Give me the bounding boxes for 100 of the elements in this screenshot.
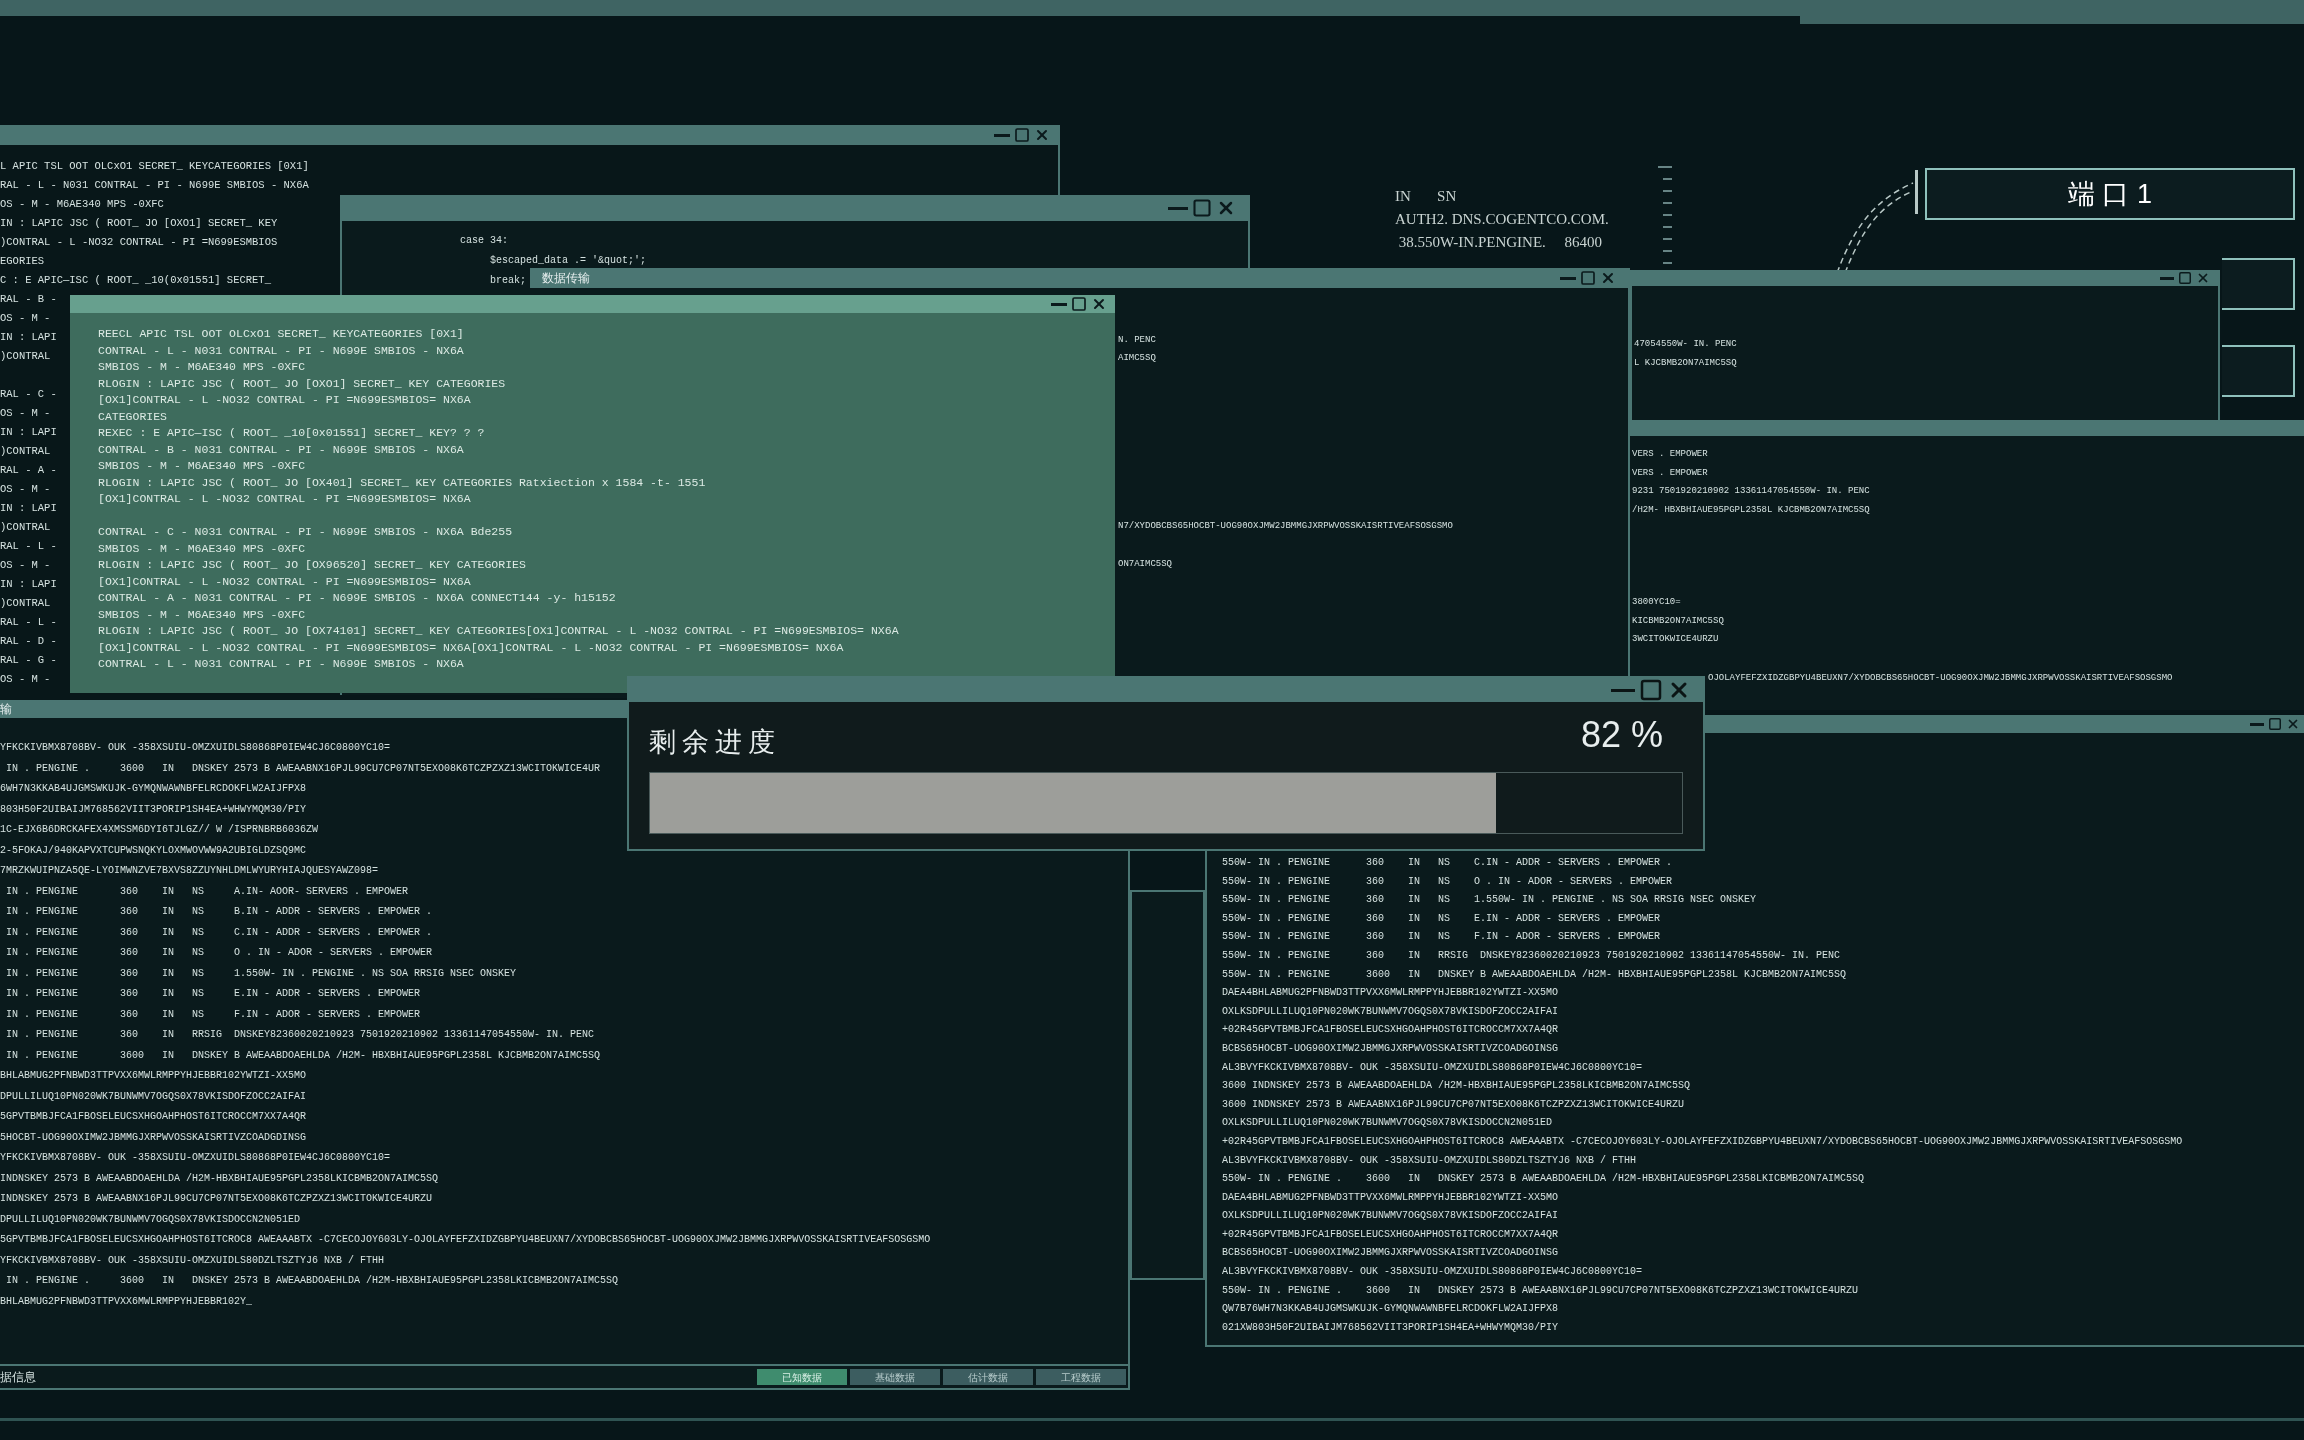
console-line: BHLABMUG2PFNBWD3TTPVXX6MWLRMPPYHJEBBR102YWTZI-XX5MO — [0, 1070, 307, 1081]
console-line: IN : LAPI — [0, 331, 57, 343]
data-tab[interactable]: 估计数据 — [943, 1369, 1033, 1385]
console-line: IN . PENGINE 360 IN NS C.IN - ADDR - SERVERS . EMPOWER . — [5, 926, 433, 938]
console-line: INDNSKEY 2573 B AWEAABDOAEHLDA /H2M-HBXBHIAUE95PGPL2358LKICBMB2ON7AIMC5SQ — [0, 1172, 439, 1184]
window-title: 数据传输 — [542, 270, 590, 287]
console-line: QW7B76WH7N3KKAB4UJGMSWKUJK-GYMQNWAWNBFELRCDOKFLW2AIJFPX8 — [1222, 1303, 1559, 1315]
console-line: RLOGIN : LAPIC JSC ( ROOT_ JO [OXO1] SECRET_ KEY CATEGORIES — [98, 376, 506, 390]
console-line: OS - M - — [0, 407, 51, 419]
console-line: SMBIOS - M - M6AE340 MPS -0XFC — [98, 607, 306, 621]
minimize-icon — [994, 133, 1010, 137]
minimize-button[interactable] — [994, 133, 1010, 137]
close-icon — [2196, 271, 2210, 285]
console-line: YFKCKIVBMX8708BV- OUK -358XSUIU-OMZXUIDLS80868P0IEW4CJ6C0800YC10= — [0, 742, 391, 753]
close-icon — [1091, 296, 1107, 312]
console-line: REECL APIC TSL OOT OLCxO1 SECRET_ KEYCATEGORIES [0X1] — [98, 327, 464, 340]
minimize-button[interactable] — [1168, 206, 1188, 210]
console-line: 3600 INDNSKEY 2573 B AWEAABNX16PJL99CU7CP07NT5EXO08K6TCZPZXZ13WCITOKWICE4URZU — [1222, 1098, 1685, 1110]
maximize-button[interactable] — [2268, 717, 2282, 731]
maximize-button[interactable] — [2178, 271, 2192, 285]
console-line: 5GPVTBMBJFCA1FBOSELEUCSXHGOAHPHOST6ITCROCCM7XX7A4QR — [0, 1111, 307, 1122]
close-button[interactable] — [2286, 717, 2300, 731]
console-line: L APIC TSL OOT OLCxO1 SECRET_ KEYCATEGORIES [0X1] — [0, 160, 309, 172]
port-button[interactable] — [2222, 258, 2295, 310]
minimize-button[interactable] — [1051, 302, 1067, 306]
console-line: +02R45GPVTBMBJFCA1FBOSELEUCSXHGOAHPHOST6ITCROCCM7XX7A4QR — [1222, 1024, 1559, 1036]
close-icon — [1600, 270, 1616, 286]
console-line: CONTRAL - L - N031 CONTRAL - PI - N699E SMBIOS - NX6A — [98, 657, 464, 670]
maximize-button[interactable] — [1639, 678, 1663, 702]
console-line: 550W- IN . PENGINE 360 IN NS F.IN - ADOR - SERVERS . EMPOWER — [1222, 931, 1661, 943]
console-line: RAL - L - N031 CONTRAL - PI - N699E SMBIOS - NX6A — [0, 179, 309, 191]
port-button[interactable] — [2222, 345, 2295, 397]
console-line: REXEC : E APIC—ISC ( ROOT_ _10[0x01551] SECRET_ KEY? ? ? — [98, 426, 485, 439]
console-line: 7MRZKWUIPNZA5QE-LYOIMWNZVE7BXVS8ZZUYNHLDMLWYURYHIAJQUESYAWZ098= — [0, 865, 379, 876]
console-line: IN . PENGINE 360 IN NS E.IN - ADDR - SERVERS . EMPOWER — [5, 988, 421, 999]
maximize-icon — [1639, 678, 1663, 702]
console-line: BHLABMUG2PFNBWD3TTPVXX6MWLRMPPYHJEBBR102Y_ — [0, 1295, 253, 1307]
console-line: 3WCITOKWICE4URZU — [1632, 634, 1719, 644]
console-line: AIMC5SQ — [1118, 353, 1156, 363]
close-button[interactable] — [2196, 271, 2210, 285]
minimize-button[interactable] — [1611, 688, 1635, 692]
console-line: RLOGIN : LAPIC JSC ( ROOT_ JO [OX74101] SECRET_ KEY CATEGORIES[OX1]CONTRAL - L -NO32 CONTRAL - PI =N699ESMBIOS= NX6A — [98, 624, 899, 637]
console-line: )CONTRAL — [0, 597, 51, 609]
console-line: 550W- IN . PENGINE 360 IN NS E.IN - ADDR - SERVERS . EMPOWER — [1222, 912, 1661, 924]
minimize-button[interactable] — [1560, 276, 1576, 280]
close-button[interactable] — [1600, 270, 1616, 286]
console-line: 3600 INDNSKEY 2573 B AWEAABDOAEHLDA /H2M-HBXBHIAUE95PGPL2358LKICBMB2ON7AIMC5SQ — [1222, 1080, 1691, 1092]
window-title: 输 — [0, 701, 12, 718]
console-line: IN . PENGINE 360 IN NS A.IN- AOOR- SERVERS . EMPOWER — [5, 885, 409, 897]
close-button[interactable] — [1034, 127, 1050, 143]
console-line: IN . PENGINE 360 IN NS 1.550W- IN . PENGINE . NS SOA RRSIG NSEC ONSKEY — [5, 967, 517, 979]
maximize-button[interactable] — [1580, 270, 1596, 286]
minimize-icon — [1168, 206, 1188, 210]
console-line: BCBS65HOCBT-UOG90OXIMW2JBMMGJXRPWVOSSKAISRTIVZCOADGOINSG — [1222, 1042, 1559, 1054]
minimize-icon — [1611, 688, 1635, 692]
minimize-icon — [1560, 276, 1576, 280]
console-line: VERS . EMPOWER — [1632, 449, 1708, 459]
port-button[interactable]: 端 口 1 — [1925, 168, 2295, 220]
console-line: 6WH7N3KKAB4UJGMSWKUJK-GYMQNWAWNBFELRCDOKFLW2AIJFPX8 — [0, 783, 307, 794]
data-tab[interactable]: 已知数据 — [757, 1369, 847, 1385]
console-line: SMBIOS - M - M6AE340 MPS -0XFC — [98, 541, 306, 555]
console-line: DPULLILUQ10PN020WK7BUNWMV7OGQS0X78VKISDOCCN2N051ED — [0, 1213, 301, 1225]
console-line: N. PENC — [1118, 335, 1156, 345]
maximize-button[interactable] — [1014, 127, 1030, 143]
console-line: OXLKSDPULLILUQ10PN020WK7BUNWMV7OGQS0X78VKISDOFZOCC2AIFAI — [1222, 1210, 1559, 1222]
console-line: SMBIOS - M - M6AE340 MPS -0XFC — [98, 459, 306, 472]
close-button[interactable] — [1091, 296, 1107, 312]
console-line: AL3BVYFKCKIVBMX8708BV- OUK -358XSUIU-OMZXUIDLS80DZLTSZTYJ6 NXB / FTHH — [1222, 1154, 1637, 1166]
console-line: 5GPVTBMBJFCA1FBOSELEUCSXHGOAHPHOST6ITCROC8 AWEAAABTX -C7CECOJOY603LY-OJOLAYFEFZXIDZGBPYU4BEUXN7/XYDOBCBS65HOCBT-UOG90OXJMW2JBMMGJXRPWVOSSKAISRTIVEAFSOSGSMO — [0, 1234, 931, 1245]
console-line: BCBS65HOCBT-UOG90OXIMW2JBMMGJXRPWVOSSKAISRTIVZCOADGOINSG — [1222, 1247, 1559, 1259]
minimize-button[interactable] — [2250, 722, 2264, 726]
console-line: 5HOCBT-UOG90OXIMW2JBMMGJXRPWVOSSKAISRTIVZCOADGDINSG — [0, 1131, 307, 1143]
maximize-button[interactable] — [1071, 296, 1087, 312]
console-line: OXLKSDPULLILUQ10PN020WK7BUNWMV7OGQS0X78VKISDOFZOCC2AIFAI — [1222, 1005, 1559, 1017]
console-line: IN . PENGINE 360 IN NS F.IN - ADOR - SERVERS . EMPOWER — [5, 1008, 421, 1020]
console-line: L KJCBMB2ON7AIMC5SQ — [1634, 358, 1737, 368]
console-line: 550W- IN . PENGINE 360 IN NS C.IN - ADDR - SERVERS . EMPOWER . — [1222, 857, 1673, 868]
console-line: IN : LAPIC JSC ( ROOT_ JO [OXO1] SECRET_ KEY — [0, 217, 278, 229]
maximize-icon — [1580, 270, 1596, 286]
console-line: )CONTRAL — [0, 350, 51, 362]
minimize-button[interactable] — [2160, 276, 2174, 280]
data-tab[interactable]: 工程数据 — [1036, 1369, 1126, 1385]
console-line: AL3BVYFKCKIVBMX8708BV- OUK -358XSUIU-OMZXUIDLS80868P0IEW4CJ6C0800YC10= — [1222, 1061, 1643, 1073]
console-line: CONTRAL - A - N031 CONTRAL - PI - N699E SMBIOS - NX6A CONNECT144 -y- h15152 — [98, 591, 616, 604]
console-line: 38.550W-IN.PENGINE. 86400 — [1397, 234, 1603, 250]
console-line: ON7AIMC5SQ — [1118, 559, 1172, 569]
data-tab[interactable]: 基础数据 — [850, 1369, 940, 1385]
console-line: KICBMB2ON7AIMC5SQ — [1632, 615, 1724, 626]
console-line: +02R45GPVTBMBJFCA1FBOSELEUCSXHGOAHPHOST6ITCROCCM7XX7A4QR — [1222, 1228, 1559, 1240]
console-line: OS - M - — [0, 483, 51, 495]
console-line: 1C-EJX6B6DRCKAFEX4XMSSM6DYI6TJLGZ// W /ISPRNBRB6036ZW — [0, 824, 319, 835]
console-line: break; — [489, 275, 526, 286]
console-line: OS - M - — [0, 673, 51, 685]
maximize-button[interactable] — [1192, 198, 1212, 218]
console-line: )CONTRAL - L -NO32 CONTRAL - PI =N699ESMBIOS — [0, 236, 278, 248]
console-line: 3800YC10= — [1632, 597, 1681, 607]
close-icon — [2286, 717, 2300, 731]
console-line: IN . PENGINE . 3600 IN DNSKEY 2573 B AWEAABDOAEHLDA /H2M-HBXBHIAUE95PGPL2358LKICBMB2ON7AIMC5SQ — [5, 1275, 619, 1286]
console-line: RLOGIN : LAPIC JSC ( ROOT_ JO [OX96520] SECRET_ KEY CATEGORIES — [98, 558, 526, 571]
console-line: [OX1]CONTRAL - L -NO32 CONTRAL - PI =N699ESMBIOS= NX6A — [98, 492, 471, 505]
